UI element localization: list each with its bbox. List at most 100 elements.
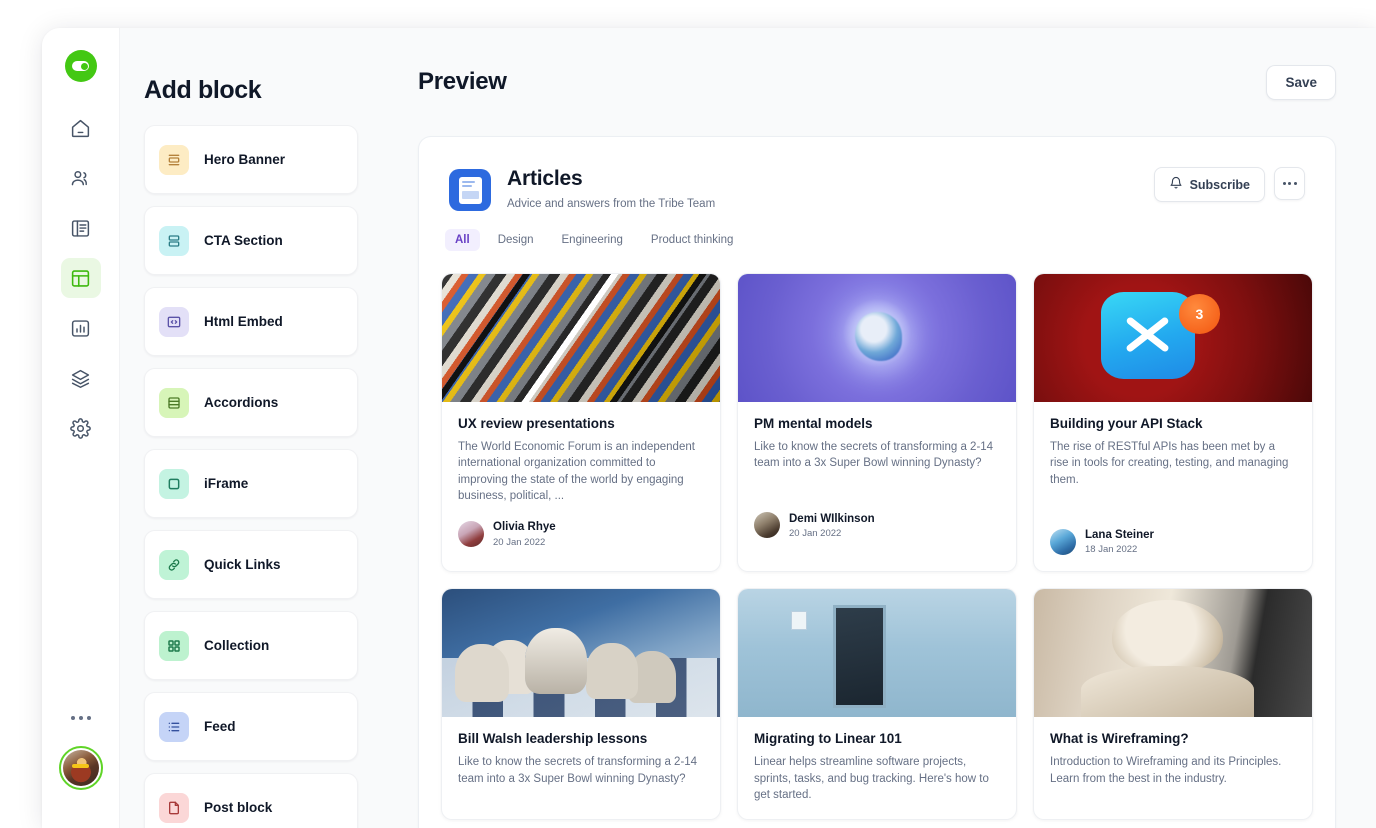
author-name: Olivia Rhye: [493, 521, 556, 534]
tab-engineering[interactable]: Engineering: [552, 229, 633, 251]
dot: [1282, 182, 1286, 185]
block-item-feed[interactable]: Feed: [144, 692, 358, 761]
add-block-panel: Add block Hero Banner CTA Section Html E…: [120, 28, 382, 828]
article-card[interactable]: PM mental models Like to know the secret…: [737, 273, 1017, 573]
iframe-icon: [159, 468, 189, 499]
article-card[interactable]: What is Wireframing? Introduction to Wir…: [1033, 588, 1313, 821]
layers-icon: [70, 368, 91, 389]
avatar[interactable]: [58, 746, 103, 790]
article-date: 18 Jan 2022: [1085, 544, 1138, 556]
block-item-label: Html Embed: [204, 314, 283, 329]
sidebar-item-content[interactable]: [61, 208, 101, 248]
article-image: [1034, 589, 1312, 718]
document-glyph: [458, 176, 482, 204]
article-title: PM mental models: [754, 416, 873, 431]
block-item-label: Post block: [204, 800, 273, 815]
block-item-label: CTA Section: [204, 233, 283, 248]
block-item-label: iFrame: [204, 476, 249, 491]
subscribe-label: Subscribe: [1189, 177, 1250, 192]
block: [461, 190, 479, 199]
tab-design[interactable]: Design: [488, 229, 544, 251]
author-meta: Olivia Rhye 20 Jan 2022: [493, 520, 556, 547]
save-button[interactable]: Save: [1266, 64, 1336, 100]
article-date: 20 Jan 2022: [493, 536, 546, 548]
sidebar-item-settings[interactable]: [61, 408, 101, 448]
gear-icon: [70, 417, 91, 439]
sidebar-item-home[interactable]: [61, 108, 101, 148]
book-icon: [70, 218, 91, 239]
author-meta: Demi WIlkinson 20 Jan 2022: [789, 512, 875, 539]
main-header: Preview Save: [382, 28, 1376, 136]
block-item-iframe[interactable]: iFrame: [144, 449, 358, 518]
article-description: Linear helps streamline software project…: [754, 756, 989, 802]
block-item-collection[interactable]: Collection: [144, 611, 358, 680]
article-body: UX review presentations The World Econom…: [442, 402, 720, 564]
block-item-hero-banner[interactable]: Hero Banner: [144, 125, 358, 194]
accordions-icon: [159, 387, 189, 418]
articles-subtitle: Advice and answers from the Tribe Team: [507, 198, 716, 211]
tab-product-thinking[interactable]: Product thinking: [641, 229, 743, 251]
article-card[interactable]: 3 Building your API Stack The rise of RE…: [1033, 273, 1313, 573]
subscribe-button[interactable]: Subscribe: [1153, 167, 1265, 202]
sidebar-item-analytics[interactable]: [61, 308, 101, 348]
block-item-post-block[interactable]: Post block: [144, 773, 358, 828]
author-name: Lana Steiner: [1085, 528, 1155, 541]
article-card[interactable]: UX review presentations The World Econom…: [441, 273, 721, 573]
block-item-quick-links[interactable]: Quick Links: [144, 530, 358, 599]
article-title: UX review presentations: [458, 416, 615, 431]
article-body: Bill Walsh leadership lessons Like to kn…: [442, 717, 720, 803]
dot: [1288, 182, 1291, 185]
article-description: Introduction to Wireframing and its Prin…: [1050, 756, 1282, 785]
dot: [1293, 182, 1297, 185]
app-store-glyph: [1120, 307, 1176, 363]
sidebar-item-members[interactable]: [61, 158, 101, 198]
block-item-html-embed[interactable]: Html Embed: [144, 287, 358, 356]
block-item-label: Collection: [204, 638, 270, 653]
article-body: Building your API Stack The rise of REST…: [1034, 402, 1312, 571]
notification-badge: 3: [1195, 306, 1204, 323]
article-description: Like to know the secrets of transforming…: [458, 756, 698, 785]
preview-title: Preview: [418, 68, 507, 95]
block-item-label: Feed: [204, 719, 236, 734]
article-image: [738, 274, 1016, 402]
block-item-accordions[interactable]: Accordions: [144, 368, 358, 437]
article-date: 20 Jan 2022: [789, 528, 842, 540]
main-area: Preview Save Articles Advice and answers…: [382, 28, 1376, 828]
author-avatar: [1050, 528, 1076, 555]
block-item-cta-section[interactable]: CTA Section: [144, 206, 358, 275]
html-embed-icon: [159, 306, 189, 337]
article-card[interactable]: Migrating to Linear 101 Linear helps str…: [737, 588, 1017, 821]
article-description: Like to know the secrets of transforming…: [754, 441, 994, 470]
article-author: Demi WIlkinson 20 Jan 2022: [754, 512, 1000, 539]
page-title: Add block: [144, 76, 262, 104]
author-avatar: [458, 521, 484, 547]
sidebar-item-layout[interactable]: [60, 258, 101, 298]
articles-title-group: Articles Advice and answers from the Tri…: [507, 167, 715, 210]
bell-icon: [1169, 176, 1183, 193]
article-body: What is Wireframing? Introduction to Wir…: [1034, 717, 1312, 803]
home-icon: [70, 118, 91, 139]
article-title: Migrating to Linear 101: [754, 731, 902, 747]
articles-app-icon: [449, 169, 491, 211]
article-image: [442, 589, 720, 718]
article-image: 3: [1034, 274, 1312, 402]
article-card[interactable]: Bill Walsh leadership lessons Like to kn…: [441, 588, 721, 821]
line: [461, 180, 476, 183]
sidebar-item-apps[interactable]: [61, 358, 101, 398]
preview-canvas: Articles Advice and answers from the Tri…: [418, 136, 1336, 828]
article-author: Olivia Rhye 20 Jan 2022: [458, 520, 704, 548]
toggle-glyph: [72, 61, 89, 71]
dot: [86, 716, 91, 720]
article-description: The rise of RESTful APIs has been met by…: [1050, 441, 1289, 486]
layout-icon: [70, 268, 91, 289]
article-author: Lana Steiner 18 Jan 2022: [1050, 528, 1296, 555]
tab-all[interactable]: All: [445, 229, 480, 251]
rail-more-button[interactable]: [70, 716, 91, 720]
app-window: Add block Hero Banner CTA Section Html E…: [42, 28, 1376, 828]
articles-more-button[interactable]: [1274, 167, 1305, 200]
block-item-label: Accordions: [204, 395, 279, 410]
brand-logo-icon[interactable]: [64, 50, 97, 82]
article-body: Migrating to Linear 101 Linear helps str…: [738, 717, 1016, 819]
articles-title: Articles: [507, 167, 583, 190]
link-icon: [159, 549, 189, 580]
